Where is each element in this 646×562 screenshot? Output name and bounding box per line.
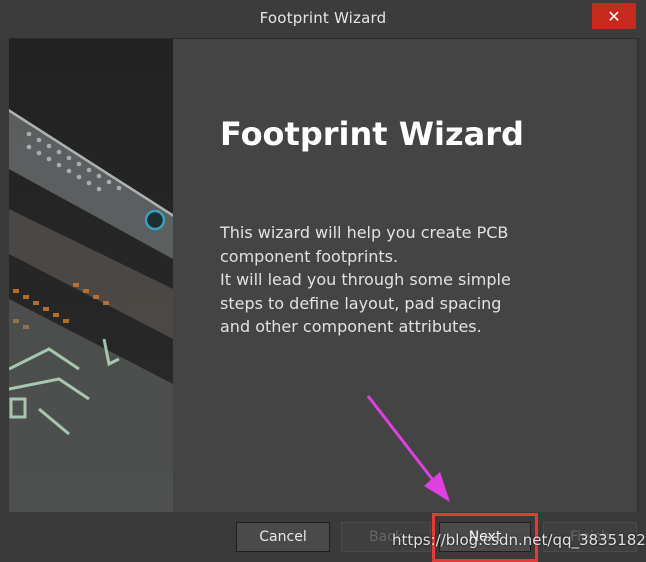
pcb-layers-image: [9, 109, 173, 512]
annotation-arrow-icon: [366, 395, 450, 502]
page-title: Footprint Wizard: [220, 115, 524, 153]
wizard-description: This wizard will help you create PCB com…: [220, 223, 511, 336]
watermark-text: https://blog.csdn.net/qq_38351824: [392, 531, 646, 549]
cancel-button[interactable]: Cancel: [236, 522, 330, 552]
title-bar: Footprint Wizard ✕: [0, 0, 646, 38]
pcb-layers-illustration: [9, 39, 173, 512]
close-button[interactable]: ✕: [592, 3, 636, 29]
close-icon: ✕: [607, 6, 621, 26]
window-title: Footprint Wizard: [259, 9, 387, 27]
